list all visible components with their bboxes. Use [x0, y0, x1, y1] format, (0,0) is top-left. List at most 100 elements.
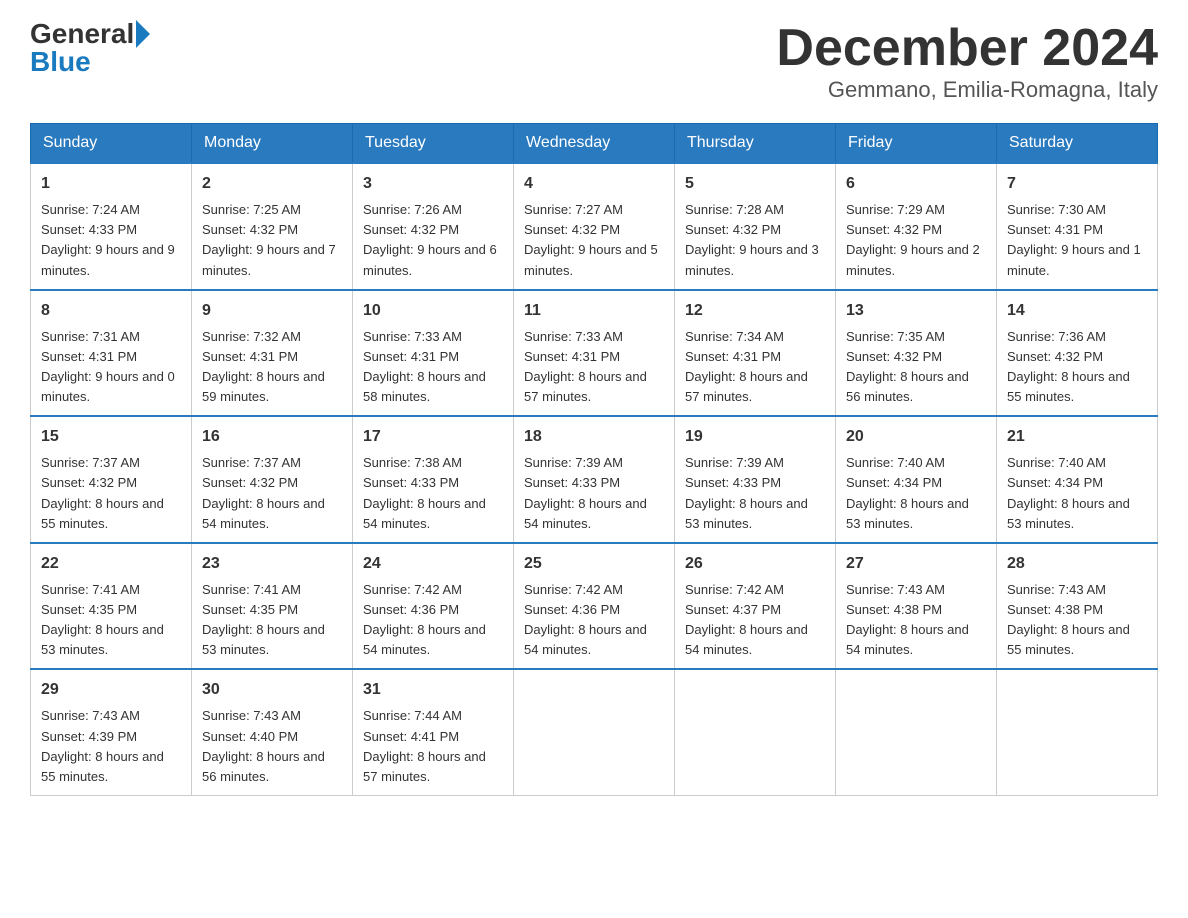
calendar-subtitle: Gemmano, Emilia-Romagna, Italy [776, 77, 1158, 103]
logo-general-text: General [30, 20, 134, 48]
calendar-week-2: 8Sunrise: 7:31 AMSunset: 4:31 PMDaylight… [31, 290, 1158, 417]
day-info: Sunrise: 7:25 AMSunset: 4:32 PMDaylight:… [202, 200, 342, 281]
calendar-cell [997, 669, 1158, 795]
day-info: Sunrise: 7:29 AMSunset: 4:32 PMDaylight:… [846, 200, 986, 281]
day-info: Sunrise: 7:39 AMSunset: 4:33 PMDaylight:… [524, 453, 664, 534]
calendar-table: SundayMondayTuesdayWednesdayThursdayFrid… [30, 123, 1158, 796]
day-number: 30 [202, 678, 342, 702]
calendar-cell: 20 Sunrise: 7:40 AMSunset: 4:34 PMDayligh… [836, 416, 997, 543]
day-number: 13 [846, 299, 986, 323]
day-info: Sunrise: 7:33 AMSunset: 4:31 PMDaylight:… [363, 327, 503, 408]
day-info: Sunrise: 7:38 AMSunset: 4:33 PMDaylight:… [363, 453, 503, 534]
calendar-header-tuesday: Tuesday [353, 124, 514, 164]
day-info: Sunrise: 7:26 AMSunset: 4:32 PMDaylight:… [363, 200, 503, 281]
day-number: 29 [41, 678, 181, 702]
day-number: 12 [685, 299, 825, 323]
day-number: 2 [202, 172, 342, 196]
day-number: 9 [202, 299, 342, 323]
day-number: 4 [524, 172, 664, 196]
calendar-header-thursday: Thursday [675, 124, 836, 164]
calendar-week-1: 1 Sunrise: 7:24 AMSunset: 4:33 PMDaylight… [31, 163, 1158, 290]
calendar-cell: 15Sunrise: 7:37 AMSunset: 4:32 PMDayligh… [31, 416, 192, 543]
day-info: Sunrise: 7:41 AMSunset: 4:35 PMDaylight:… [202, 580, 342, 661]
day-info: Sunrise: 7:36 AMSunset: 4:32 PMDaylight:… [1007, 327, 1147, 408]
day-number: 20 [846, 425, 986, 449]
calendar-cell: 29 Sunrise: 7:43 AMSunset: 4:39 PMDayligh… [31, 669, 192, 795]
calendar-week-5: 29 Sunrise: 7:43 AMSunset: 4:39 PMDayligh… [31, 669, 1158, 795]
calendar-cell: 24Sunrise: 7:42 AMSunset: 4:36 PMDayligh… [353, 543, 514, 670]
calendar-header-saturday: Saturday [997, 124, 1158, 164]
day-number: 27 [846, 552, 986, 576]
day-info: Sunrise: 7:24 AMSunset: 4:33 PMDaylight:… [41, 200, 181, 281]
day-info: Sunrise: 7:37 AMSunset: 4:32 PMDaylight:… [41, 453, 181, 534]
calendar-cell: 27 Sunrise: 7:43 AMSunset: 4:38 PMDayligh… [836, 543, 997, 670]
calendar-cell [836, 669, 997, 795]
logo-arrow-icon [136, 20, 150, 48]
day-number: 14 [1007, 299, 1147, 323]
calendar-cell: 25 Sunrise: 7:42 AMSunset: 4:36 PMDayligh… [514, 543, 675, 670]
calendar-cell: 13 Sunrise: 7:35 AMSunset: 4:32 PMDayligh… [836, 290, 997, 417]
day-info: Sunrise: 7:42 AMSunset: 4:36 PMDaylight:… [524, 580, 664, 661]
calendar-header-monday: Monday [192, 124, 353, 164]
calendar-header-friday: Friday [836, 124, 997, 164]
calendar-cell: 26Sunrise: 7:42 AMSunset: 4:37 PMDayligh… [675, 543, 836, 670]
calendar-cell: 14 Sunrise: 7:36 AMSunset: 4:32 PMDayligh… [997, 290, 1158, 417]
day-number: 1 [41, 172, 181, 196]
day-info: Sunrise: 7:39 AMSunset: 4:33 PMDaylight:… [685, 453, 825, 534]
calendar-cell: 12Sunrise: 7:34 AMSunset: 4:31 PMDayligh… [675, 290, 836, 417]
day-info: Sunrise: 7:32 AMSunset: 4:31 PMDaylight:… [202, 327, 342, 408]
calendar-cell: 7 Sunrise: 7:30 AMSunset: 4:31 PMDaylight… [997, 163, 1158, 290]
calendar-cell: 1 Sunrise: 7:24 AMSunset: 4:33 PMDaylight… [31, 163, 192, 290]
day-number: 11 [524, 299, 664, 323]
day-info: Sunrise: 7:43 AMSunset: 4:40 PMDaylight:… [202, 706, 342, 787]
day-number: 25 [524, 552, 664, 576]
day-number: 31 [363, 678, 503, 702]
calendar-cell: 10Sunrise: 7:33 AMSunset: 4:31 PMDayligh… [353, 290, 514, 417]
day-info: Sunrise: 7:44 AMSunset: 4:41 PMDaylight:… [363, 706, 503, 787]
day-number: 26 [685, 552, 825, 576]
day-number: 16 [202, 425, 342, 449]
calendar-cell: 2 Sunrise: 7:25 AMSunset: 4:32 PMDaylight… [192, 163, 353, 290]
calendar-cell: 19 Sunrise: 7:39 AMSunset: 4:33 PMDayligh… [675, 416, 836, 543]
day-number: 24 [363, 552, 503, 576]
day-info: Sunrise: 7:30 AMSunset: 4:31 PMDaylight:… [1007, 200, 1147, 281]
calendar-cell: 9 Sunrise: 7:32 AMSunset: 4:31 PMDaylight… [192, 290, 353, 417]
day-number: 17 [363, 425, 503, 449]
day-number: 5 [685, 172, 825, 196]
day-info: Sunrise: 7:35 AMSunset: 4:32 PMDaylight:… [846, 327, 986, 408]
calendar-cell: 23Sunrise: 7:41 AMSunset: 4:35 PMDayligh… [192, 543, 353, 670]
calendar-cell: 17 Sunrise: 7:38 AMSunset: 4:33 PMDayligh… [353, 416, 514, 543]
day-number: 22 [41, 552, 181, 576]
day-number: 8 [41, 299, 181, 323]
day-info: Sunrise: 7:40 AMSunset: 4:34 PMDaylight:… [846, 453, 986, 534]
logo: General Blue [30, 20, 150, 76]
page-header: General Blue December 2024 Gemmano, Emil… [30, 20, 1158, 103]
calendar-cell [675, 669, 836, 795]
calendar-cell: 8Sunrise: 7:31 AMSunset: 4:31 PMDaylight… [31, 290, 192, 417]
day-info: Sunrise: 7:37 AMSunset: 4:32 PMDaylight:… [202, 453, 342, 534]
day-number: 7 [1007, 172, 1147, 196]
day-info: Sunrise: 7:43 AMSunset: 4:38 PMDaylight:… [1007, 580, 1147, 661]
calendar-cell: 4Sunrise: 7:27 AMSunset: 4:32 PMDaylight… [514, 163, 675, 290]
day-info: Sunrise: 7:28 AMSunset: 4:32 PMDaylight:… [685, 200, 825, 281]
day-number: 28 [1007, 552, 1147, 576]
calendar-week-4: 22 Sunrise: 7:41 AMSunset: 4:35 PMDayligh… [31, 543, 1158, 670]
day-number: 21 [1007, 425, 1147, 449]
day-info: Sunrise: 7:43 AMSunset: 4:39 PMDaylight:… [41, 706, 181, 787]
day-number: 18 [524, 425, 664, 449]
calendar-header-sunday: Sunday [31, 124, 192, 164]
day-info: Sunrise: 7:43 AMSunset: 4:38 PMDaylight:… [846, 580, 986, 661]
day-number: 6 [846, 172, 986, 196]
calendar-cell: 18 Sunrise: 7:39 AMSunset: 4:33 PMDayligh… [514, 416, 675, 543]
calendar-cell: 11Sunrise: 7:33 AMSunset: 4:31 PMDayligh… [514, 290, 675, 417]
day-info: Sunrise: 7:40 AMSunset: 4:34 PMDaylight:… [1007, 453, 1147, 534]
calendar-header-wednesday: Wednesday [514, 124, 675, 164]
calendar-cell: 16 Sunrise: 7:37 AMSunset: 4:32 PMDayligh… [192, 416, 353, 543]
calendar-cell [514, 669, 675, 795]
title-section: December 2024 Gemmano, Emilia-Romagna, I… [776, 20, 1158, 103]
day-number: 19 [685, 425, 825, 449]
logo-blue-text: Blue [30, 48, 91, 76]
calendar-cell: 30 Sunrise: 7:43 AMSunset: 4:40 PMDayligh… [192, 669, 353, 795]
day-number: 3 [363, 172, 503, 196]
day-info: Sunrise: 7:41 AMSunset: 4:35 PMDaylight:… [41, 580, 181, 661]
